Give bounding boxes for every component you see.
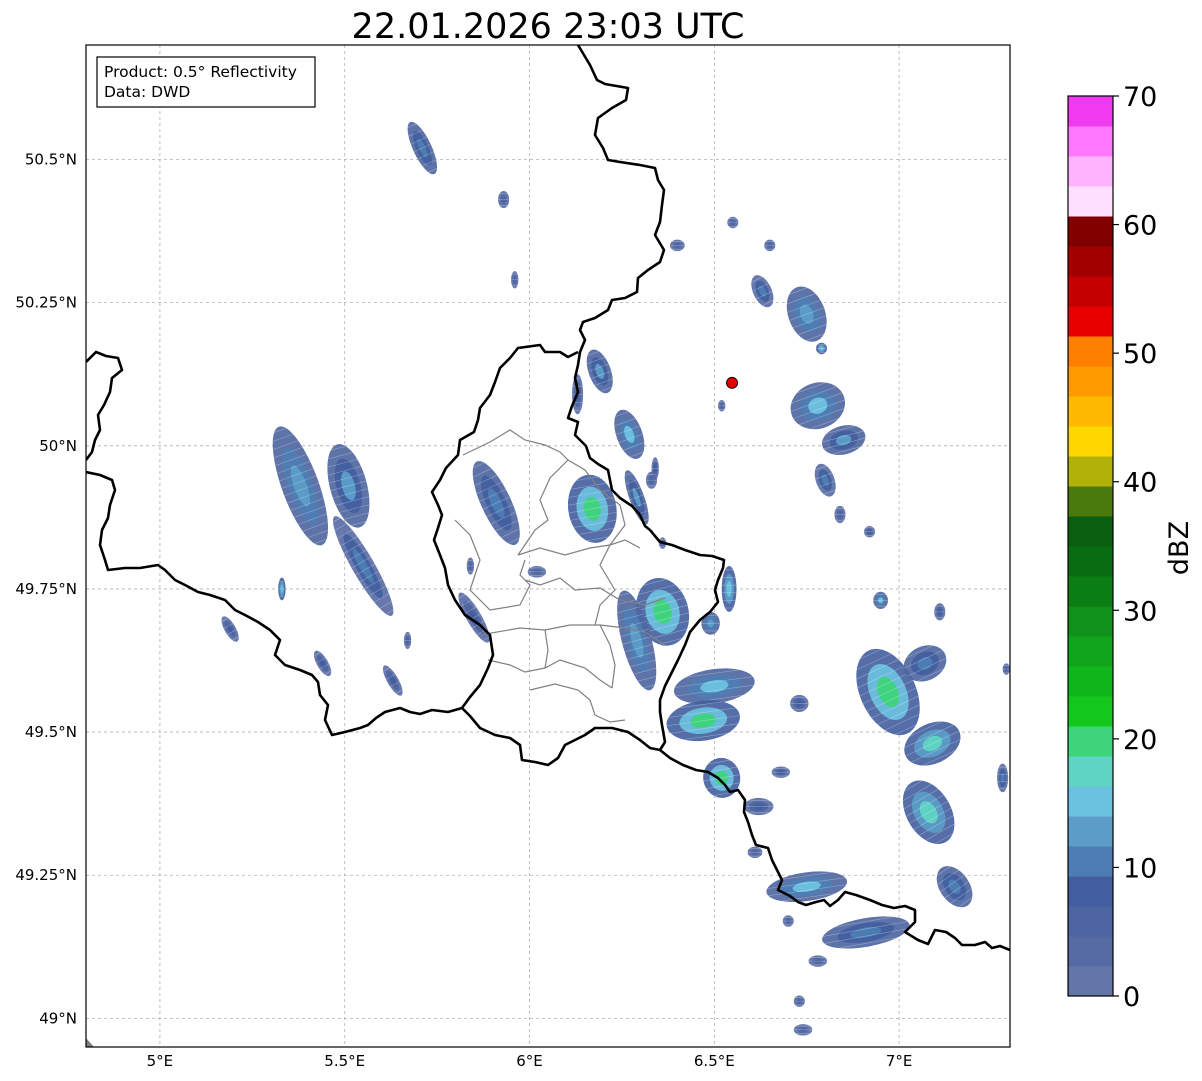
colorbar-bin: [1068, 846, 1113, 877]
colorbar-tick-label: 40: [1123, 468, 1157, 499]
map-area[interactable]: [85, 44, 1011, 1048]
info-box-data-source: Data: DWD: [104, 83, 190, 101]
colorbar-bin: [1068, 726, 1113, 757]
echo-cell: [771, 766, 791, 778]
colorbar-bin: [1068, 456, 1113, 487]
info-box: Product: 0.5° Reflectivity Data: DWD: [96, 56, 316, 108]
y-tick-label: 49.5°N: [25, 723, 77, 741]
colorbar-bin: [1068, 876, 1113, 907]
colorbar-bin: [1068, 246, 1113, 277]
colorbar-bin: [1068, 156, 1113, 187]
echo-cell: [511, 271, 519, 289]
colorbar-bin: [1068, 546, 1113, 577]
x-tick-label: 5°E: [147, 1052, 174, 1070]
colorbar-label: dBZ: [1164, 521, 1195, 575]
echo-cell: [934, 603, 946, 621]
echo-cell: [793, 995, 805, 1007]
info-box-product: Product: 0.5° Reflectivity: [104, 63, 297, 81]
colorbar-tick-label: 10: [1123, 853, 1157, 884]
echo-cell: [743, 797, 774, 816]
echo-cell: [815, 342, 828, 355]
y-tick-label: 50.5°N: [25, 151, 77, 169]
echo-cell: [790, 694, 809, 713]
colorbar-bin: [1068, 486, 1113, 517]
echo-cell: [645, 471, 658, 489]
echo-cell: [873, 591, 889, 609]
colorbar-bin: [1068, 696, 1113, 727]
colorbar-bin: [1068, 336, 1113, 367]
y-tick-label: 49°N: [39, 1009, 77, 1027]
x-axis-ticks: 5°E 5.5°E 6°E 6.5°E 7°E: [147, 1052, 913, 1070]
echo-cell: [669, 239, 685, 252]
x-tick-label: 6°E: [516, 1052, 543, 1070]
colorbar-bin: [1068, 126, 1113, 157]
colorbar-bin: [1068, 396, 1113, 427]
colorbar-bin: [1068, 906, 1113, 937]
map-title: 22.01.2026 23:03 UTC: [352, 7, 745, 47]
colorbar-bin: [1068, 966, 1113, 997]
echo-cell: [721, 566, 737, 612]
echo-cell: [747, 846, 763, 859]
y-tick-label: 50°N: [39, 437, 77, 455]
echo-cell: [403, 631, 412, 650]
colorbar-tick-label: 50: [1123, 339, 1157, 370]
x-tick-label: 5.5°E: [324, 1052, 365, 1070]
colorbar-bin: [1068, 756, 1113, 787]
echo-cell: [808, 955, 828, 967]
y-tick-label: 50.25°N: [15, 294, 77, 312]
echo-cell: [278, 577, 286, 601]
echo-cell: [727, 216, 739, 229]
echo-cell-core: [726, 580, 732, 597]
colorbar-bin: [1068, 936, 1113, 967]
y-tick-label: 49.25°N: [15, 866, 77, 884]
colorbar-tick-label: 30: [1123, 596, 1157, 627]
colorbar-bin: [1068, 216, 1113, 247]
echo-cell: [782, 915, 794, 927]
colorbar-ticks: 0 10 20 30 40 50 60 70: [1113, 82, 1157, 1013]
echo-cell: [718, 399, 726, 412]
colorbar-tick-label: 20: [1123, 725, 1157, 756]
echo-cell: [498, 191, 510, 209]
colorbar-bins: [1068, 96, 1113, 997]
colorbar-bin: [1068, 816, 1113, 847]
echo-cell: [764, 239, 776, 252]
colorbar-bin: [1068, 426, 1113, 457]
radar-figure: 22.01.2026 23:03 UTC 5°E 5.5°E 6°E 6.5°E…: [15, 7, 1195, 1070]
colorbar-bin: [1068, 516, 1113, 547]
echo-cell: [527, 566, 547, 578]
colorbar-bin: [1068, 186, 1113, 217]
colorbar-bin: [1068, 636, 1113, 667]
y-tick-label: 49.75°N: [15, 580, 77, 598]
echo-cell: [793, 1024, 813, 1036]
x-tick-label: 7°E: [886, 1052, 913, 1070]
echo-cell: [997, 763, 1009, 793]
echo-cell: [1002, 663, 1010, 675]
echo-cell: [466, 557, 475, 575]
x-tick-label: 6.5°E: [694, 1052, 735, 1070]
colorbar-bin: [1068, 576, 1113, 607]
colorbar-bin: [1068, 666, 1113, 697]
colorbar-bin: [1068, 276, 1113, 307]
echo-cell: [864, 525, 876, 538]
colorbar-bin: [1068, 306, 1113, 337]
colorbar-bin: [1068, 96, 1113, 127]
colorbar-bin: [1068, 786, 1113, 817]
echo-cell: [834, 505, 846, 524]
map-background: [86, 45, 1010, 1047]
y-axis-ticks: 49°N 49.25°N 49.5°N 49.75°N 50°N 50.25°N 50.5°…: [15, 151, 77, 1028]
radar-site-marker[interactable]: [726, 376, 739, 389]
colorbar: 0 10 20 30 40 50 60 70 dBZ: [1067, 82, 1195, 1013]
colorbar-tick-label: 60: [1123, 211, 1157, 242]
colorbar-tick-label: 70: [1123, 82, 1157, 113]
colorbar-bin: [1068, 366, 1113, 397]
colorbar-tick-label: 0: [1123, 982, 1140, 1013]
colorbar-bin: [1068, 606, 1113, 637]
